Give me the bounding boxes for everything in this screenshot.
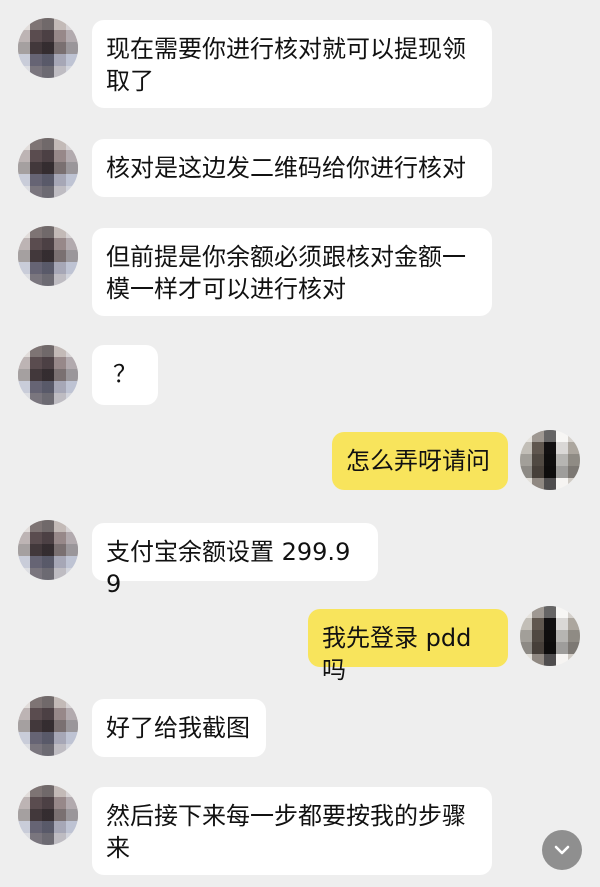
outgoing-message-bubble[interactable]: 我先登录 pdd 吗 xyxy=(308,609,508,684)
message-row: 怎么弄呀请问 xyxy=(0,430,600,492)
incoming-message-bubble[interactable]: 然后接下来每一步都要按我的步骤来 xyxy=(92,787,492,875)
incoming-message-bubble[interactable]: 支付宝余额设置 299.99 xyxy=(92,523,378,598)
message-row: 核对是这边发二维码给你进行核对 xyxy=(0,138,600,200)
incoming-message-bubble[interactable]: 核对是这边发二维码给你进行核对 xyxy=(92,139,492,197)
message-row: 但前提是你余额必须跟核对金额一模一样才可以进行核对 xyxy=(0,226,600,318)
message-row: 现在需要你进行核对就可以提现领取了 xyxy=(0,18,600,108)
contact-avatar[interactable] xyxy=(18,345,78,405)
user-avatar[interactable] xyxy=(520,430,580,490)
user-avatar[interactable] xyxy=(520,606,580,666)
incoming-message-bubble[interactable]: 但前提是你余额必须跟核对金额一模一样才可以进行核对 xyxy=(92,228,492,316)
contact-avatar[interactable] xyxy=(18,18,78,78)
contact-avatar[interactable] xyxy=(18,520,78,580)
message-row: 然后接下来每一步都要按我的步骤来 xyxy=(0,785,600,877)
scroll-to-bottom-button[interactable] xyxy=(542,830,582,870)
message-row: 好了给我截图 xyxy=(0,696,600,758)
contact-avatar[interactable] xyxy=(18,138,78,198)
outgoing-message-bubble[interactable]: 怎么弄呀请问 xyxy=(332,432,508,490)
incoming-message-bubble[interactable]: 现在需要你进行核对就可以提现领取了 xyxy=(92,20,492,108)
contact-avatar[interactable] xyxy=(18,696,78,756)
message-row: 我先登录 pdd 吗 xyxy=(0,606,600,684)
contact-avatar[interactable] xyxy=(18,785,78,845)
chat-view: 现在需要你进行核对就可以提现领取了 核对是这边发二维码给你进行核对 但前提是你余… xyxy=(0,0,600,887)
chevron-down-icon xyxy=(554,845,570,855)
incoming-message-bubble[interactable]: ？ xyxy=(92,345,158,405)
incoming-message-bubble[interactable]: 好了给我截图 xyxy=(92,699,266,757)
message-row: 支付宝余额设置 299.99 xyxy=(0,520,600,598)
contact-avatar[interactable] xyxy=(18,226,78,286)
message-row: ？ xyxy=(0,345,600,407)
